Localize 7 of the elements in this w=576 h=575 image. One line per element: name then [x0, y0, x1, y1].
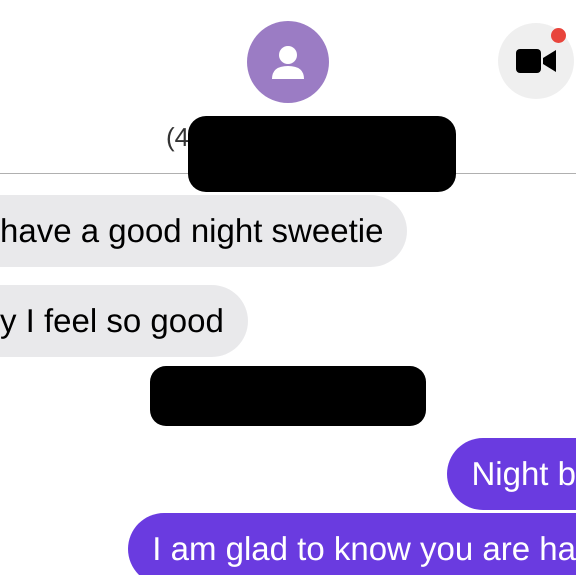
message-bubble: Night b [447, 438, 576, 510]
video-camera-icon [516, 49, 556, 73]
person-icon [270, 45, 306, 79]
message-bubble: y I feel so good [0, 285, 248, 357]
message-bubble: I am glad to know you are ha [128, 513, 576, 575]
contact-name: (4 [166, 121, 190, 154]
message-bubble: have a good night sweetie [0, 195, 408, 267]
